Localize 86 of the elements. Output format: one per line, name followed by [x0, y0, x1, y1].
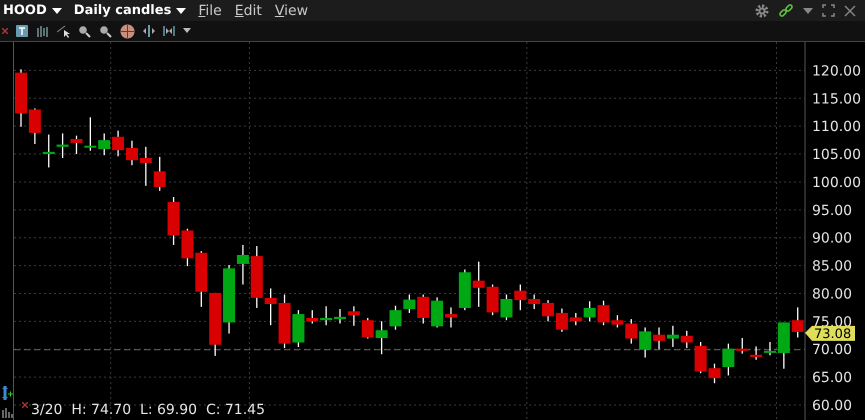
candle	[28, 108, 41, 144]
link-icon[interactable]	[778, 2, 794, 19]
axis-label: 105.00	[812, 147, 861, 164]
candle	[778, 322, 790, 369]
caret-icon[interactable]	[183, 28, 191, 34]
candle	[653, 327, 666, 350]
candle	[764, 342, 776, 356]
scale-icon[interactable]	[0, 386, 12, 400]
cursor-icon[interactable]	[57, 24, 70, 38]
axis-label: 120.00	[812, 63, 861, 80]
candle	[376, 321, 388, 354]
axis-label: 65.00	[812, 370, 852, 386]
candle	[722, 344, 734, 376]
candle	[472, 262, 485, 307]
candle	[362, 318, 374, 339]
axis-label: 70.00	[812, 342, 852, 358]
candle	[348, 306, 360, 326]
candle	[666, 326, 679, 347]
axis-label: 115.00	[812, 91, 861, 108]
candle	[584, 301, 596, 322]
zoom-in-icon[interactable]	[78, 24, 91, 38]
crosshair-icon[interactable]	[120, 24, 135, 39]
candle	[98, 133, 110, 156]
candle	[84, 117, 96, 151]
candle	[42, 134, 55, 168]
candle	[250, 246, 263, 308]
split-icon[interactable]	[163, 25, 175, 38]
menu-item[interactable]: View	[274, 2, 308, 19]
candle	[390, 306, 402, 330]
axis-label: 80.00	[812, 286, 852, 302]
candle	[680, 330, 693, 348]
timeframe-dropdown[interactable]: Daily candles	[74, 3, 186, 18]
last-price-tag: 73.08	[805, 326, 855, 342]
candle	[639, 327, 652, 358]
candle	[209, 292, 222, 356]
candle	[306, 310, 318, 324]
candle	[750, 346, 762, 360]
candle	[500, 294, 512, 320]
candle	[542, 300, 554, 322]
candle	[15, 69, 27, 127]
zoom-out-icon[interactable]	[99, 24, 112, 38]
fit-icon[interactable]	[143, 25, 155, 38]
axis-label: 90.00	[812, 230, 852, 247]
candle	[168, 197, 180, 245]
caret-icon[interactable]	[803, 6, 813, 15]
candle	[154, 156, 166, 191]
candle	[528, 294, 540, 310]
candle	[694, 342, 707, 374]
fullscreen-icon[interactable]	[822, 4, 835, 18]
candle	[195, 251, 208, 307]
axis-label: 100.00	[812, 174, 861, 191]
menu-item[interactable]: File	[198, 2, 222, 19]
candle	[112, 130, 124, 156]
candle	[556, 308, 568, 332]
axis-label: 95.00	[812, 202, 852, 219]
candle	[70, 136, 82, 154]
settings-icon[interactable]	[755, 4, 769, 18]
text-tool-icon[interactable]	[16, 25, 28, 38]
candle	[320, 306, 332, 326]
close-icon[interactable]	[2, 28, 8, 34]
ohlc-legend: 3/20 H: 74.70 L: 69.90 C: 71.45	[31, 402, 265, 418]
close-icon[interactable]	[22, 402, 28, 408]
close-icon[interactable]	[844, 4, 856, 17]
candle	[140, 146, 152, 186]
candle	[736, 338, 748, 354]
candle	[126, 140, 138, 166]
candle	[264, 288, 277, 326]
candle	[334, 309, 346, 324]
candle	[417, 294, 430, 324]
candle	[56, 133, 69, 158]
bars-icon[interactable]	[0, 408, 12, 418]
symbol-dropdown[interactable]: HOOD	[3, 3, 62, 18]
candle	[181, 228, 194, 266]
candle	[708, 364, 720, 384]
bars-icon[interactable]	[36, 24, 49, 38]
candle	[458, 269, 471, 310]
candle	[514, 284, 526, 310]
candle	[486, 284, 499, 316]
candle	[403, 294, 416, 313]
candle	[792, 307, 804, 338]
axis-label: 110.00	[812, 119, 861, 136]
axis-label: 60.00	[812, 398, 852, 414]
candle	[625, 319, 638, 344]
candle	[570, 312, 582, 326]
axis-label: 85.00	[812, 258, 852, 275]
menu-item[interactable]: Edit	[234, 2, 262, 19]
